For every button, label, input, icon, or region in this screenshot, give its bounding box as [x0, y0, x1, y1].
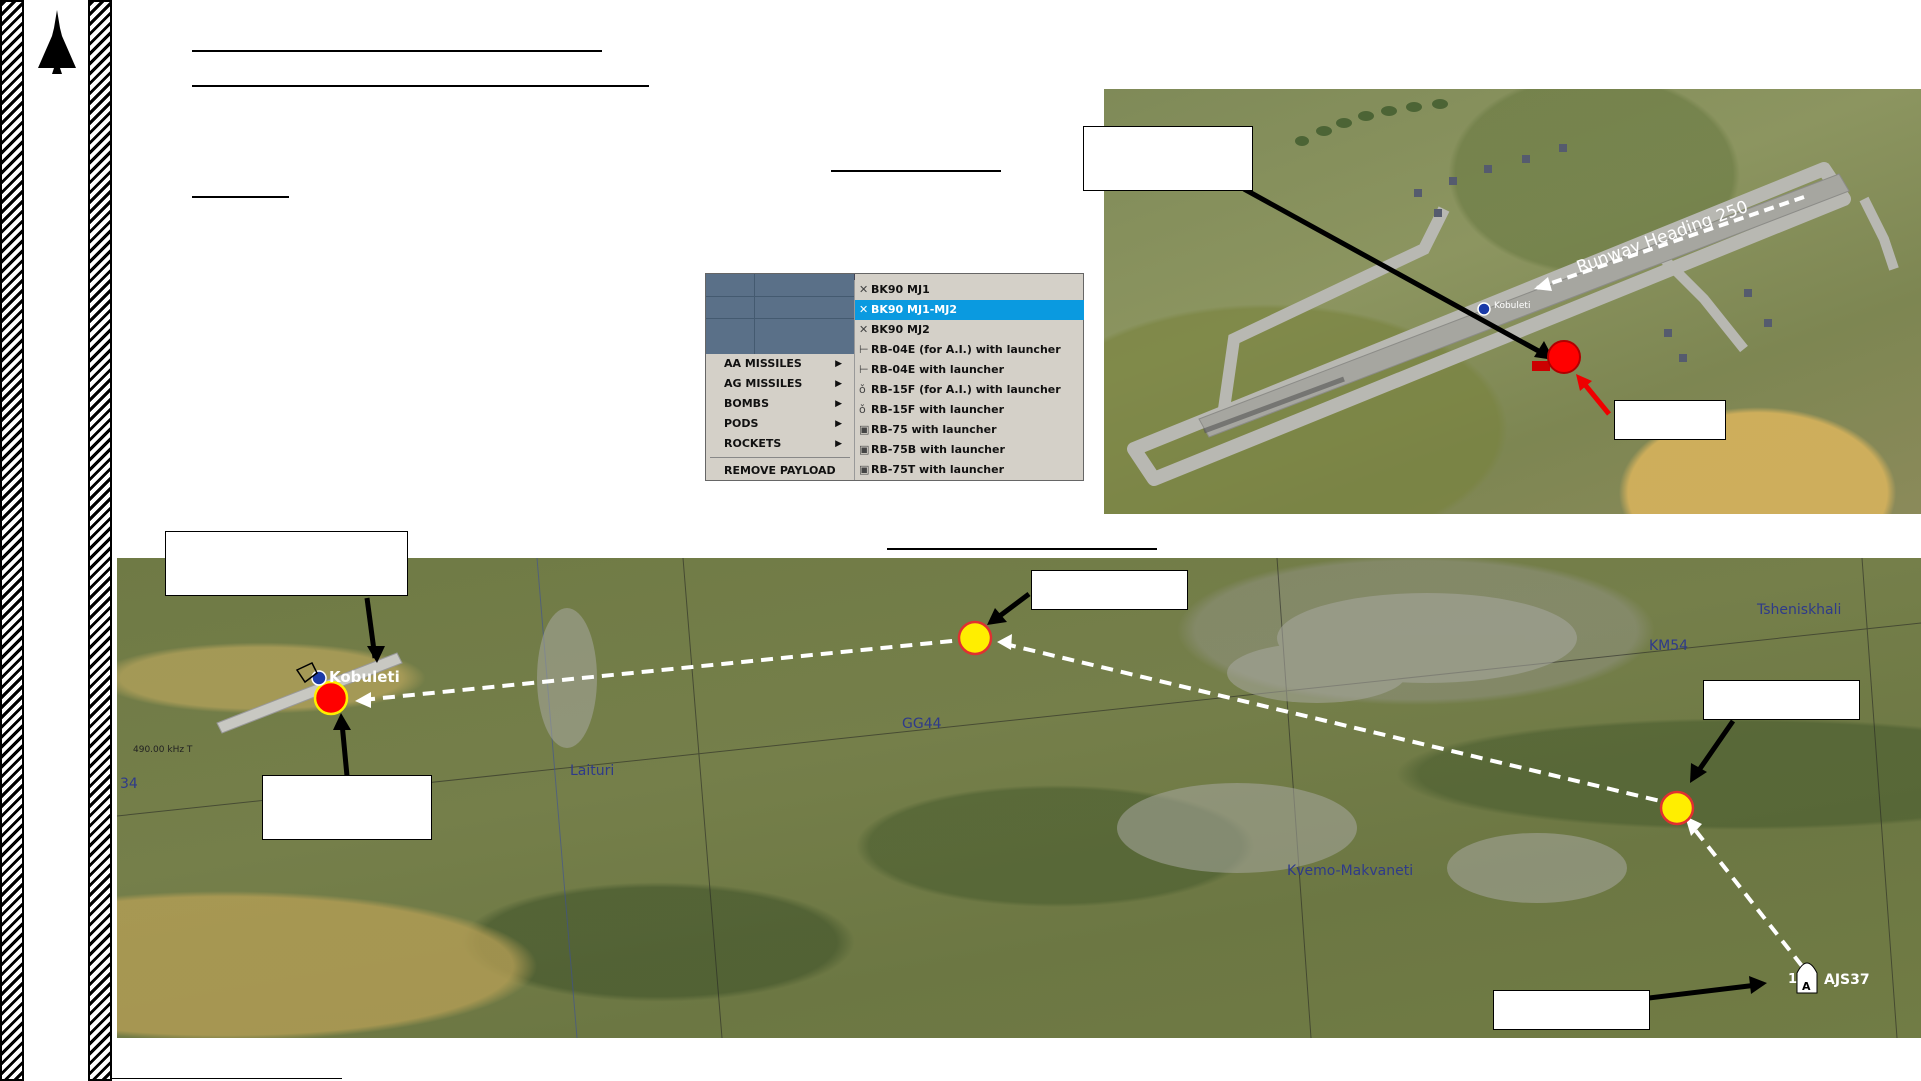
payload-category-list: AA MISSILES ▶ AG MISSILES ▶ BOMBS ▶ PODS ▶ R… — [706, 354, 854, 481]
left-rail-hatch-outer — [0, 0, 24, 1081]
payload-item-label: RB-15F with launcher — [871, 403, 1005, 416]
payload-item[interactable]: ▣ RB-75 with launcher — [855, 420, 1084, 440]
weapon-icon: ✕ — [859, 323, 869, 336]
callout-box-marker — [1614, 400, 1726, 440]
menu-category-label: BOMBS — [724, 397, 769, 410]
payload-item-label: RB-04E with launcher — [871, 363, 1005, 376]
grid-label-gg44: GG44 — [902, 716, 942, 732]
payload-item-selected[interactable]: ✕ BK90 MJ1-MJ2 — [855, 300, 1084, 320]
payload-item-label: BK90 MJ1-MJ2 — [871, 303, 957, 316]
chevron-right-icon: ▶ — [835, 359, 842, 369]
payload-menu-header — [706, 274, 855, 354]
missile-icon: ǒ — [859, 383, 866, 396]
chevron-right-icon: ▶ — [835, 439, 842, 449]
payload-item-label: RB-15F (for A.I.) with launcher — [871, 383, 1061, 396]
route-caption-underline — [887, 548, 1157, 550]
menu-caption-underline — [831, 170, 1001, 172]
payload-item-label: RB-75B with launcher — [871, 443, 1005, 456]
footer-rule — [112, 1078, 342, 1079]
airfield-name-label: Kobuleti — [1494, 301, 1531, 311]
menu-category-label: PODS — [724, 417, 759, 430]
town-label-kvemo-makvaneti: Kvemo-Makvaneti — [1287, 863, 1414, 879]
payload-item[interactable]: ▣ RB-75T with launcher — [855, 460, 1084, 480]
payload-item-label: RB-04E (for A.I.) with launcher — [871, 343, 1061, 356]
menu-category-bombs[interactable]: BOMBS ▶ — [706, 394, 854, 414]
left-rail-hatch-inner — [88, 0, 112, 1081]
payload-item-label: RB-75 with launcher — [871, 423, 997, 436]
missile-icon: ⊢ — [859, 363, 869, 376]
menu-category-aa-missiles[interactable]: AA MISSILES ▶ — [706, 354, 854, 374]
payload-item-label: BK90 MJ1 — [871, 283, 930, 296]
missile-icon: ǒ — [859, 403, 866, 416]
route-airfield-label: Kobuleti — [329, 668, 400, 686]
menu-separator — [710, 457, 850, 458]
payload-item-label: BK90 MJ2 — [871, 323, 930, 336]
missile-icon: ▣ — [859, 443, 870, 456]
remove-payload-label: REMOVE PAYLOAD — [724, 464, 836, 477]
town-label-laituri: Laituri — [570, 763, 615, 779]
callout-box-waypoint-1 — [1703, 680, 1860, 720]
aircraft-group-label: 1 — [1788, 972, 1798, 987]
menu-category-rockets[interactable]: ROCKETS ▶ — [706, 434, 854, 454]
payload-menu: AA MISSILES ▶ AG MISSILES ▶ BOMBS ▶ PODS ▶ R… — [705, 273, 1084, 481]
grid-label-km54: KM54 — [1649, 638, 1689, 654]
menu-category-pods[interactable]: PODS ▶ — [706, 414, 854, 434]
aircraft-icon-letter: A — [1802, 980, 1811, 993]
missile-icon: ⊢ — [859, 343, 869, 356]
payload-item-label: RB-75T with launcher — [871, 463, 1005, 476]
aircraft-label: AJS37 — [1824, 972, 1870, 988]
callout-box-waypoint-2 — [1031, 570, 1188, 610]
weapon-icon: ✕ — [859, 283, 869, 296]
remove-payload-item[interactable]: REMOVE PAYLOAD — [706, 461, 854, 481]
callout-box-parking — [1083, 126, 1253, 191]
weapon-icon: ✕ — [859, 303, 869, 316]
viggen-logo-icon — [38, 10, 76, 74]
menu-category-ag-missiles[interactable]: AG MISSILES ▶ — [706, 374, 854, 394]
missile-icon: ▣ — [859, 463, 870, 476]
title-underline-1 — [192, 50, 602, 52]
frequency-label: 490.00 kHz T — [133, 745, 193, 755]
chevron-right-icon: ▶ — [835, 419, 842, 429]
callout-box-aircraft — [1493, 990, 1650, 1030]
payload-item[interactable]: ✕ BK90 MJ1 — [855, 280, 1084, 300]
section-underline — [192, 196, 289, 198]
grid-label-34: 34 — [120, 776, 138, 792]
town-label-tsheniskhali: Tsheniskhali — [1757, 602, 1842, 618]
menu-category-label: ROCKETS — [724, 437, 782, 450]
title-underline-2 — [192, 85, 649, 87]
payload-item[interactable]: ⊢ RB-04E with launcher — [855, 360, 1084, 380]
menu-category-label: AG MISSILES — [724, 377, 803, 390]
missile-icon: ▣ — [859, 423, 870, 436]
payload-item[interactable]: ǒ RB-15F (for A.I.) with launcher — [855, 380, 1084, 400]
menu-category-label: AA MISSILES — [724, 357, 802, 370]
chevron-right-icon: ▶ — [835, 379, 842, 389]
payload-item-list: ✕ BK90 MJ1 ✕ BK90 MJ1-MJ2 ✕ BK90 MJ2 ⊢ RB-04… — [854, 280, 1084, 480]
payload-item[interactable]: ▣ RB-75B with launcher — [855, 440, 1084, 460]
callout-box-target — [262, 775, 432, 840]
payload-item[interactable]: ǒ RB-15F with launcher — [855, 400, 1084, 420]
callout-box-airfield — [165, 531, 408, 596]
chevron-right-icon: ▶ — [835, 399, 842, 409]
payload-item[interactable]: ⊢ RB-04E (for A.I.) with launcher — [855, 340, 1084, 360]
payload-item[interactable]: ✕ BK90 MJ2 — [855, 320, 1084, 340]
